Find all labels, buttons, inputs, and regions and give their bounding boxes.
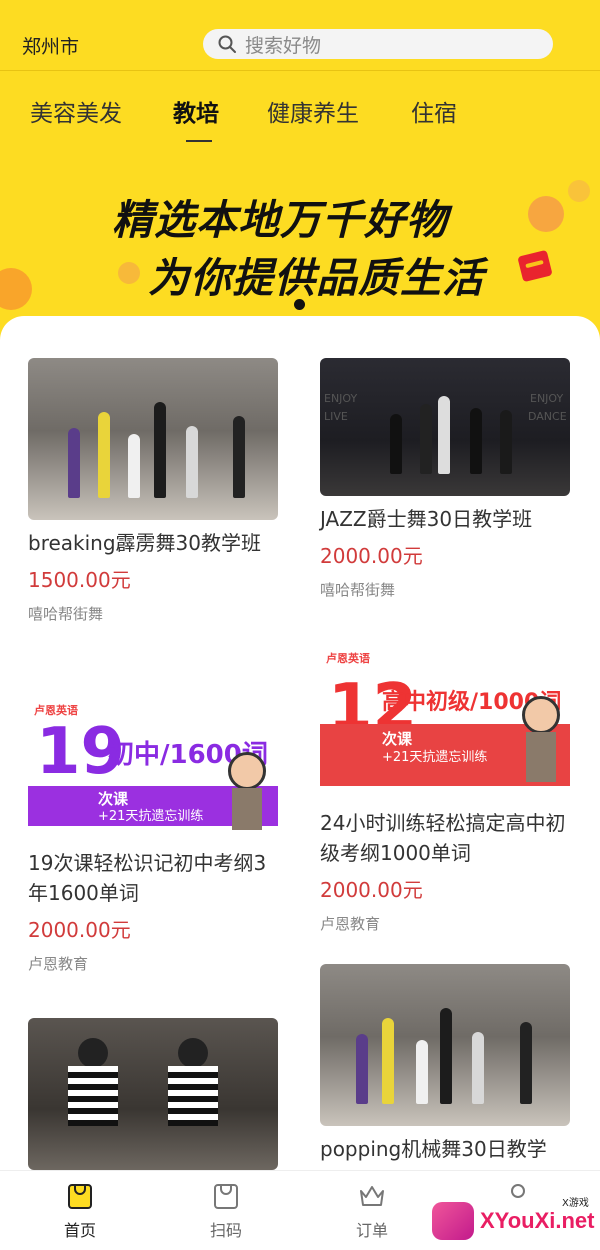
image-text: LIVE [324, 410, 348, 423]
product-image: ENJOY LIVE ENJOY DANCE [320, 358, 570, 496]
product-title: breaking霹雳舞30教学班 [28, 531, 261, 555]
search-bar[interactable]: 搜索好物 [203, 29, 553, 59]
product-shop: 卢恩教育 [28, 955, 89, 973]
nav-scan[interactable]: 扫码 [186, 1181, 266, 1241]
header-banner-area: 郑州市 搜索好物 美容美发 教培 健康养生 住宿 精选本地万千好物 为你提供品质… [0, 0, 600, 340]
product-title: 19次课轻松识记初中考纲3年1600单词 [28, 851, 267, 905]
product-price: 1500.00元 [28, 568, 131, 592]
watermark-text: XYouXi.net [480, 1208, 595, 1233]
product-price: 2000.00元 [320, 544, 423, 568]
gamepad-logo-icon [432, 1202, 474, 1240]
deco-circle [0, 268, 32, 310]
tab-lodging[interactable]: 住宿 [411, 94, 457, 128]
image-text: ENJOY [324, 392, 358, 405]
product-card[interactable]: ENJOY LIVE ENJOY DANCE JAZZ爵士舞30日教学班 200… [320, 358, 572, 600]
banner-subline[interactable]: 为你提供品质生活 [148, 244, 484, 304]
site-watermark: X游戏 XYouXi.net [430, 1192, 600, 1250]
nav-orders-label: 订单 [355, 1221, 388, 1240]
nav-orders[interactable]: 订单 [332, 1181, 412, 1241]
crown-icon [360, 1186, 384, 1206]
nav-home-label: 首页 [63, 1221, 96, 1240]
product-image [320, 964, 570, 1126]
tab-education[interactable]: 教培 [173, 94, 219, 128]
product-shop: 嘻哈帮街舞 [320, 581, 396, 599]
active-tab-indicator [186, 140, 212, 142]
tab-health[interactable]: 健康养生 [267, 94, 359, 128]
product-grid: breaking霹雳舞30教学班 1500.00元 嘻哈帮街舞 ENJOY LI… [0, 316, 600, 1170]
search-icon [218, 35, 236, 53]
banner-headline[interactable]: 精选本地万千好物 [112, 186, 448, 246]
product-card[interactable]: breaking霹雳舞30教学班 1500.00元 嘻哈帮街舞 [28, 358, 280, 624]
product-image: 卢恩英语 19 初中/1600词 次课 +21天抗遗忘训练 [28, 678, 278, 840]
product-card[interactable]: popping机械舞30日教学 [320, 964, 572, 1164]
scan-bag-icon [214, 1184, 238, 1209]
product-card[interactable] [28, 1018, 280, 1170]
header-divider [0, 70, 600, 71]
home-bag-icon [68, 1184, 92, 1209]
deco-circle [118, 262, 140, 284]
nav-home[interactable]: 首页 [40, 1181, 120, 1241]
product-title: JAZZ爵士舞30日教学班 [320, 507, 533, 531]
image-text: DANCE [528, 410, 567, 423]
product-title: popping机械舞30日教学 [320, 1137, 547, 1161]
deco-circle [528, 196, 564, 232]
product-price: 2000.00元 [320, 878, 423, 902]
image-tag: +21天抗遗忘训练 [98, 809, 204, 824]
deco-circle [568, 180, 590, 202]
tab-beauty[interactable]: 美容美发 [30, 94, 122, 128]
city-selector[interactable]: 郑州市 [22, 32, 79, 59]
red-envelope-icon [517, 249, 553, 283]
carousel-indicator [294, 299, 305, 310]
watermark-small-text: X游戏 [562, 1198, 589, 1209]
product-shop: 嘻哈帮街舞 [28, 605, 104, 623]
nav-scan-label: 扫码 [209, 1221, 242, 1240]
product-image [28, 1018, 278, 1170]
product-card[interactable]: 卢恩英语 19 初中/1600词 次课 +21天抗遗忘训练 19次课轻松识记初中… [28, 678, 280, 974]
product-image: 卢恩英语 12 高中初级/1000词 次课 +21天抗遗忘训练 [320, 638, 570, 800]
image-tag: +21天抗遗忘训练 [382, 750, 488, 765]
category-tabs: 美容美发 教培 健康养生 住宿 [0, 94, 600, 144]
product-card[interactable]: 卢恩英语 12 高中初级/1000词 次课 +21天抗遗忘训练 24小时训练轻松… [320, 638, 572, 934]
product-image [28, 358, 278, 520]
search-placeholder: 搜索好物 [245, 34, 322, 57]
image-text: ENJOY [530, 392, 564, 405]
product-title: 24小时训练轻松搞定高中初级考纲1000单词 [320, 811, 566, 865]
image-brand: 卢恩英语 [326, 652, 370, 665]
product-shop: 卢恩教育 [320, 915, 381, 933]
product-price: 2000.00元 [28, 918, 131, 942]
